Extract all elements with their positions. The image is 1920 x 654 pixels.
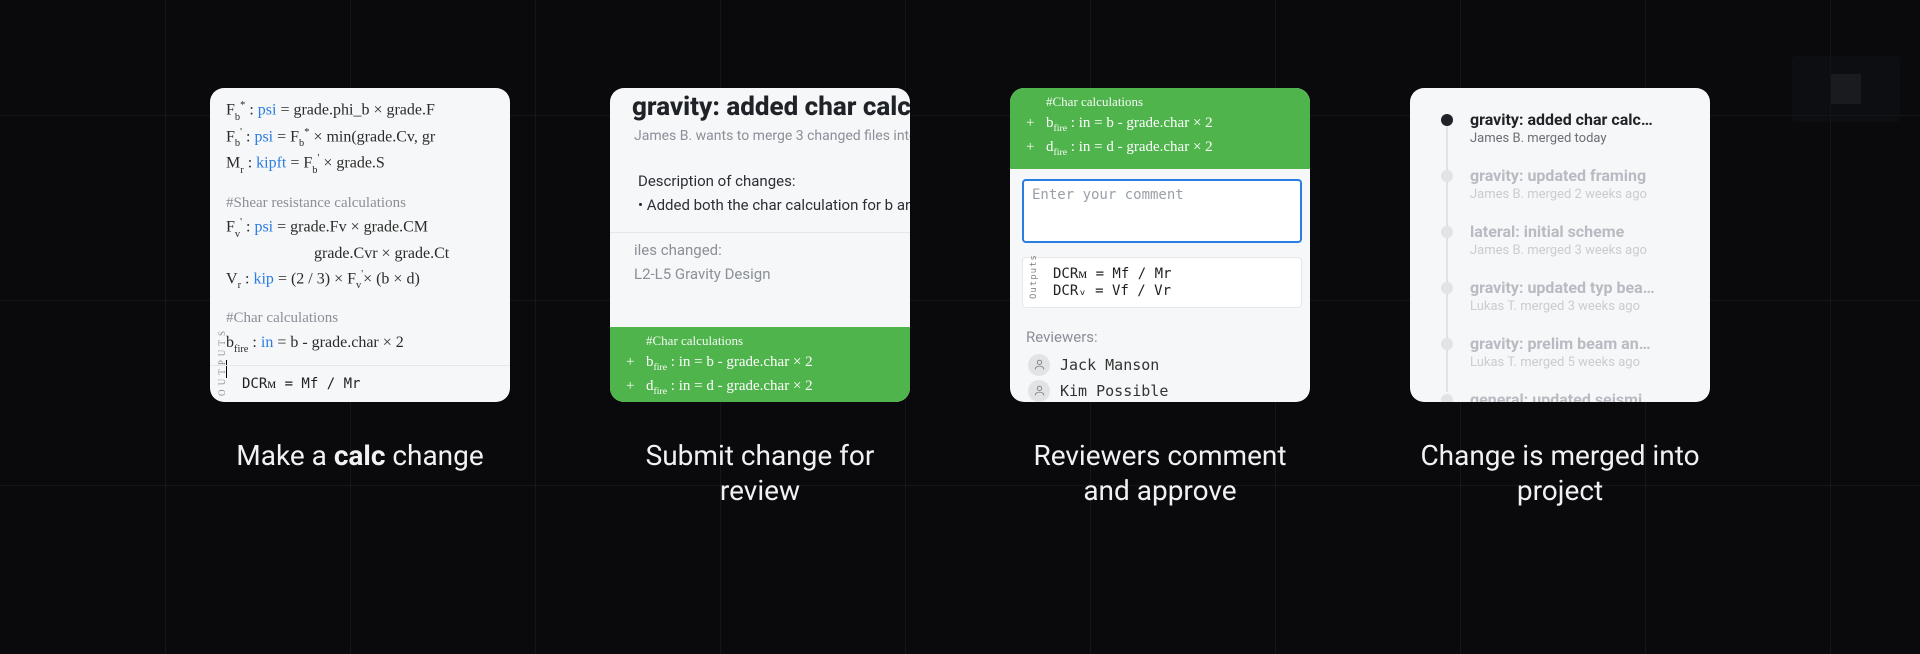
step-caption: Make a calc change <box>236 438 483 473</box>
comment-input[interactable]: Enter your comment <box>1022 179 1302 243</box>
diff-section-heading: #Char calculations <box>1046 92 1310 112</box>
timeline-dot-icon <box>1441 338 1453 350</box>
section-heading: #Char calculations <box>226 307 494 330</box>
card-timeline: gravity: added char calc… James B. merge… <box>1410 88 1710 402</box>
output-line: DCRᵥ = Vf / Vr <box>1053 283 1291 299</box>
timeline-item[interactable]: gravity: updated framing James B. merged… <box>1410 166 1694 202</box>
divider <box>210 365 510 366</box>
files-changed-heading: iles changed: <box>634 241 910 259</box>
calc-editor[interactable]: Fb* : psi = grade.phi_b × grade.F Fb' : … <box>210 88 510 402</box>
section-heading: #Shear resistance calculations <box>226 192 494 215</box>
user-icon <box>1028 354 1050 376</box>
merge-timeline: gravity: added char calc… James B. merge… <box>1410 88 1710 402</box>
diff-section-heading: #Char calculations <box>646 331 910 351</box>
calc-line: Fb* : psi = grade.phi_b × grade.F <box>226 98 494 125</box>
outputs-panel: DCRᴍ = Mf / Mr <box>210 368 510 402</box>
timeline-dot-icon <box>1441 114 1453 126</box>
outputs-label: Outputs <box>1029 266 1039 299</box>
reviewer-panel: #Char calculations bfire : in = b - grad… <box>1010 88 1310 402</box>
step-caption: Reviewers comment and approve <box>1010 438 1310 508</box>
review-title: gravity: added char calcul <box>632 92 910 122</box>
reviewer-row[interactable]: Jack Manson <box>1028 354 1310 376</box>
timeline-title: gravity: prelim beam an… <box>1470 334 1694 353</box>
step-1: Fb* : psi = grade.phi_b × grade.F Fb' : … <box>210 88 510 508</box>
card-calc-editor: Fb* : psi = grade.phi_b × grade.F Fb' : … <box>210 88 510 402</box>
diff-line: bfire : in = b - grade.char × 2 <box>646 351 910 376</box>
review-request: gravity: added char calcul James B. want… <box>610 92 910 402</box>
timeline-item[interactable]: gravity: prelim beam an… Lukas T. merged… <box>1410 334 1694 370</box>
timeline-title: gravity: added char calc… <box>1470 110 1694 129</box>
diff-line: dfire : in = d - grade.char × 2 <box>1046 136 1310 161</box>
divider <box>610 232 910 233</box>
timeline-title: gravity: updated framing <box>1470 166 1694 185</box>
step-3: #Char calculations bfire : in = b - grad… <box>1010 88 1310 508</box>
timeline-dot-icon <box>1441 170 1453 182</box>
diff-added-block: #Char calculations bfire : in = b - grad… <box>1010 88 1310 169</box>
timeline-title: gravity: updated typ bea… <box>1470 278 1694 297</box>
outputs-panel: Outputs DCRᴍ = Mf / Mr DCRᵥ = Vf / Vr <box>1022 257 1302 308</box>
reviewer-name: Jack Manson <box>1060 356 1159 374</box>
timeline-meta: Lukas T. merged 5 weeks ago <box>1470 355 1694 370</box>
user-icon <box>1028 380 1050 402</box>
changed-file[interactable]: L2-L5 Gravity Design <box>634 265 910 283</box>
timeline-meta: James B. merged 3 weeks ago <box>1470 243 1694 258</box>
calc-line: bfire : in = b - grade.char × 2 <box>226 331 494 357</box>
diff-line: bfire : in = b - grade.char × 2 <box>1046 112 1310 137</box>
description-bullet: • Added both the char calculation for b … <box>638 196 910 214</box>
reviewer-row[interactable]: Kim Possible <box>1028 380 1310 402</box>
output-line: DCRᴍ = Mf / Mr <box>1053 266 1291 283</box>
output-line: DCRᴍ = Mf / Mr <box>242 374 360 396</box>
step-4: gravity: added char calc… James B. merge… <box>1410 88 1710 508</box>
card-review-request: gravity: added char calcul James B. want… <box>610 88 910 402</box>
timeline-meta: James B. merged today <box>1470 131 1694 146</box>
timeline-item[interactable]: lateral: initial scheme James B. merged … <box>1410 222 1694 258</box>
steps-row: Fb* : psi = grade.phi_b × grade.F Fb' : … <box>0 0 1920 508</box>
step-2: gravity: added char calcul James B. want… <box>610 88 910 508</box>
reviewers-heading: Reviewers: <box>1026 328 1310 346</box>
step-caption: Submit change for review <box>610 438 910 508</box>
calc-line: Vr : kip = (2 / 3) × Fv'× (b × d) <box>226 267 494 294</box>
timeline-item[interactable]: gravity: updated typ bea… Lukas T. merge… <box>1410 278 1694 314</box>
card-reviewers: #Char calculations bfire : in = b - grad… <box>1010 88 1310 402</box>
diff-line: dfire : in = d - grade.char × 2 <box>646 375 910 400</box>
calc-line: Mr : kipft = Fb' × grade.S <box>226 151 494 178</box>
timeline-item[interactable]: gravity: added char calc… James B. merge… <box>1410 110 1694 146</box>
timeline-item[interactable]: general: updated seismi… James B. merged… <box>1410 390 1694 402</box>
timeline-meta: James B. merged 2 weeks ago <box>1470 187 1694 202</box>
timeline-meta: Lukas T. merged 3 weeks ago <box>1470 299 1694 314</box>
calc-line: Fv' : psi = grade.Fv × grade.CM <box>226 215 494 242</box>
timeline-dot-icon <box>1441 282 1453 294</box>
timeline-dot-icon <box>1441 226 1453 238</box>
step-caption: Change is merged into project <box>1410 438 1710 508</box>
merge-summary: James B. wants to merge 3 changed files … <box>634 128 910 144</box>
calc-line: Fb' : psi = Fb* × min(grade.Cv, gr <box>226 125 494 152</box>
calc-line: grade.Cvr × grade.Ct <box>226 242 494 267</box>
description-heading: Description of changes: <box>638 172 910 190</box>
timeline-title: lateral: initial scheme <box>1470 222 1694 241</box>
diff-added-block: #Char calculations bfire : in = b - grad… <box>610 327 910 402</box>
reviewer-name: Kim Possible <box>1060 382 1168 400</box>
timeline-title: general: updated seismi… <box>1470 390 1694 402</box>
background-emblem <box>1792 56 1900 122</box>
timeline-dot-icon <box>1441 394 1453 402</box>
